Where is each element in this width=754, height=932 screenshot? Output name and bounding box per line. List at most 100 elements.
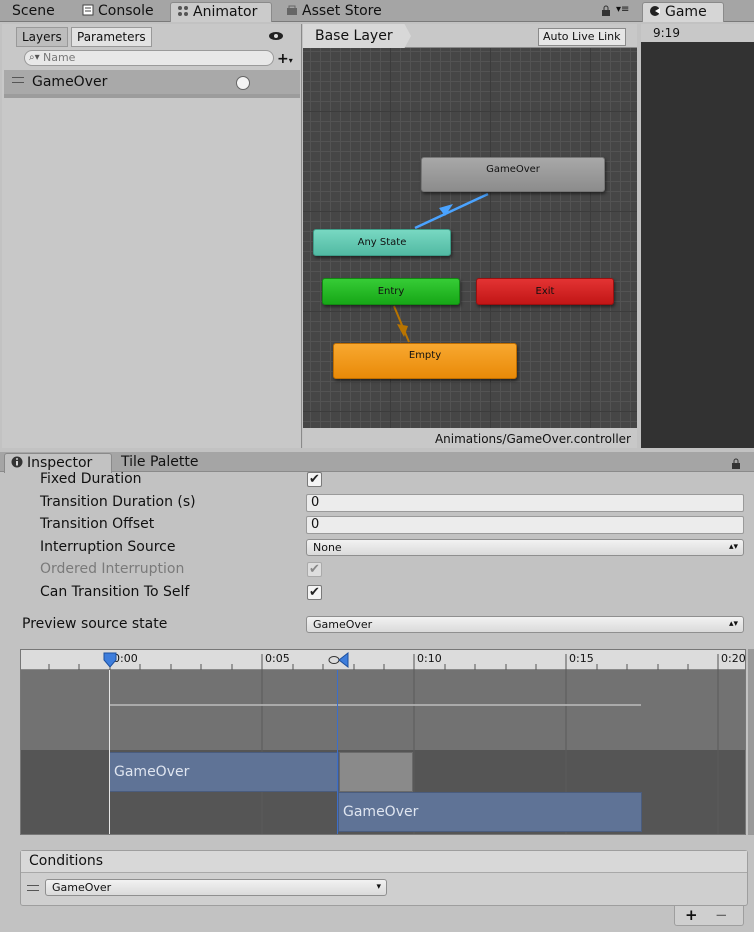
condition-parameter-dropdown[interactable]: GameOver ▾ [45, 879, 387, 896]
parameters-panel: Layers Parameters ⌕▾ Name +▾ GameOver [2, 24, 302, 448]
tab-animator-label: Animator [193, 4, 258, 20]
game-icon [649, 4, 661, 16]
conditions-list: Conditions GameOver ▾ [20, 850, 748, 906]
state-entry[interactable]: Entry [322, 278, 460, 305]
transition-start-marker-icon[interactable] [103, 652, 117, 668]
clip-source-label: GameOver [114, 764, 190, 780]
tab-console-label: Console [98, 3, 154, 19]
state-exit[interactable]: Exit [476, 278, 614, 305]
info-icon [11, 455, 23, 468]
transition-anystate-gameover[interactable] [414, 192, 489, 230]
transition-start-line [109, 670, 110, 834]
parameter-row[interactable]: GameOver [4, 70, 300, 98]
interruption-source-label: Interruption Source [40, 539, 176, 555]
remove-condition-button[interactable]: − [715, 906, 728, 924]
transition-offset-value: 0 [311, 517, 320, 532]
game-view[interactable]: 9:19 [641, 24, 754, 448]
lock-icon[interactable] [600, 5, 612, 21]
fixed-duration-checkbox[interactable]: ✔ [307, 472, 322, 487]
console-icon [82, 3, 94, 16]
tab-scene-label: Scene [12, 3, 55, 19]
transition-blend-region[interactable] [339, 752, 413, 792]
tab-parameters[interactable]: Parameters [71, 27, 152, 47]
tab-tile-palette-label: Tile Palette [121, 454, 199, 470]
state-any-state[interactable]: Any State [313, 229, 451, 256]
inspector-scrollbar[interactable] [748, 649, 754, 835]
state-any-state-label: Any State [357, 237, 407, 248]
ordered-interruption-label: Ordered Interruption [40, 561, 185, 577]
tab-console[interactable]: Console [76, 2, 160, 22]
trigger-radio[interactable] [236, 76, 250, 90]
graph-footer: Animations/GameOver.controller [303, 428, 637, 448]
transition-duration-field[interactable]: 0 [306, 494, 744, 512]
store-icon [286, 3, 298, 15]
can-transition-to-self-label: Can Transition To Self [40, 584, 190, 600]
tab-inspector[interactable]: Inspector [4, 453, 112, 473]
top-tab-bar: Scene Console Animator Asset Store ▾≡ Ga… [0, 0, 754, 22]
interruption-source-value: None [313, 541, 342, 554]
tab-layers-label: Layers [22, 30, 62, 44]
inspector-panel: Inspector Tile Palette Fixed Duration ✔ … [0, 452, 754, 932]
transition-offset-field[interactable]: 0 [306, 516, 744, 534]
timeline-ruler[interactable]: 0:00 0:05 0:10 0:15 0:20 [21, 650, 745, 670]
state-empty[interactable]: Empty [333, 343, 517, 379]
tick-label-15: 0:15 [569, 652, 594, 665]
tab-tile-palette[interactable]: Tile Palette [115, 453, 204, 473]
search-icon: ⌕▾ [29, 52, 40, 63]
interruption-source-dropdown[interactable]: None ▴▾ [306, 539, 744, 556]
preview-source-state-dropdown[interactable]: GameOver ▴▾ [306, 616, 744, 633]
tab-layers[interactable]: Layers [16, 27, 68, 47]
eye-icon[interactable] [268, 30, 284, 46]
preview-source-state-value: GameOver [313, 618, 373, 631]
transition-duration-label: Transition Duration (s) [40, 494, 196, 510]
tab-asset-store-label: Asset Store [302, 3, 382, 19]
tab-game[interactable]: Game [642, 2, 724, 22]
transition-entry-empty[interactable] [393, 305, 410, 343]
animator-graph[interactable]: Base Layer Auto Live Link GameOver Any S… [303, 24, 637, 448]
preview-source-state-label: Preview source state [22, 616, 168, 632]
clip-source[interactable]: GameOver [109, 752, 339, 792]
dropdown-arrow-icon: ▾ [376, 882, 381, 892]
tab-animator[interactable]: Animator [170, 2, 272, 22]
state-exit-label: Exit [535, 286, 555, 297]
animator-icon [177, 4, 189, 16]
condition-drag-handle-icon[interactable] [27, 885, 39, 891]
transition-timeline[interactable]: 0:00 0:05 0:10 0:15 0:20 GameOver GameOv… [20, 649, 746, 835]
state-entry-label: Entry [377, 286, 405, 297]
game-resolution[interactable]: 9:19 [653, 26, 680, 40]
dropdown-arrows-icon: ▴▾ [728, 619, 738, 629]
can-transition-to-self-checkbox[interactable]: ✔ [307, 585, 322, 600]
transition-offset-label: Transition Offset [40, 516, 155, 532]
conditions-footer: + − [674, 906, 744, 926]
state-gameover-label: GameOver [486, 164, 540, 175]
drag-handle-icon[interactable] [12, 77, 24, 83]
parameter-name[interactable]: GameOver [32, 74, 107, 90]
state-empty-label: Empty [408, 350, 442, 361]
parameter-search-input[interactable]: ⌕▾ Name [24, 50, 274, 66]
dropdown-arrows-icon: ▴▾ [728, 542, 738, 552]
transition-duration-value: 0 [311, 495, 320, 510]
transition-end-marker-icon[interactable] [328, 652, 350, 668]
menu-icon[interactable]: ▾≡ [616, 4, 629, 15]
tick-label-10: 0:10 [417, 652, 442, 665]
search-placeholder: Name [43, 51, 76, 64]
transition-end-line [337, 670, 338, 834]
tab-parameters-label: Parameters [77, 30, 146, 44]
controller-path: Animations/GameOver.controller [434, 432, 631, 446]
clip-destination[interactable]: GameOver [338, 792, 642, 832]
tab-scene[interactable]: Scene [6, 2, 61, 22]
tab-asset-store[interactable]: Asset Store [280, 2, 388, 22]
ordered-interruption-checkbox: ✔ [307, 562, 322, 577]
add-condition-button[interactable]: + [685, 906, 698, 924]
conditions-title: Conditions [29, 853, 104, 869]
state-gameover[interactable]: GameOver [421, 157, 605, 192]
add-parameter-button[interactable]: +▾ [277, 51, 293, 67]
inspector-lock-icon[interactable] [730, 458, 742, 474]
conditions-header: Conditions [21, 851, 747, 873]
tab-inspector-label: Inspector [27, 455, 93, 471]
tick-label-5: 0:05 [265, 652, 290, 665]
tab-game-label: Game [665, 4, 707, 20]
condition-parameter-value: GameOver [52, 881, 112, 894]
game-toolbar: 9:19 [641, 24, 754, 42]
inspector-tab-bar: Inspector Tile Palette [0, 452, 754, 474]
